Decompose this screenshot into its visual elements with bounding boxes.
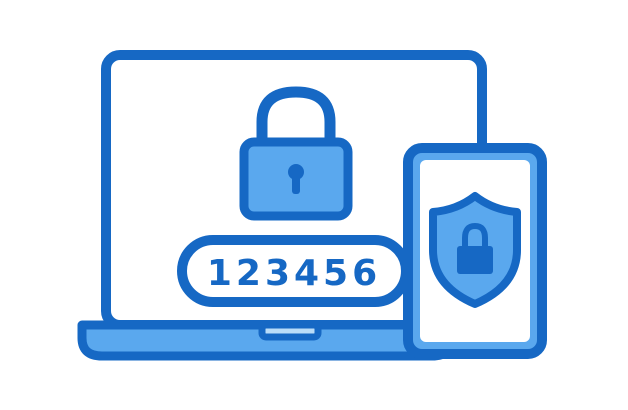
illustration-canvas: 123456 <box>77 50 547 361</box>
verification-code-text: 123456 <box>207 253 381 294</box>
shield-icon <box>429 192 521 308</box>
laptop-notch <box>258 321 322 341</box>
smartphone-icon <box>403 143 547 359</box>
verification-code-field: 123456 <box>177 235 411 307</box>
two-factor-authentication-illustration: 123456 <box>0 0 628 410</box>
